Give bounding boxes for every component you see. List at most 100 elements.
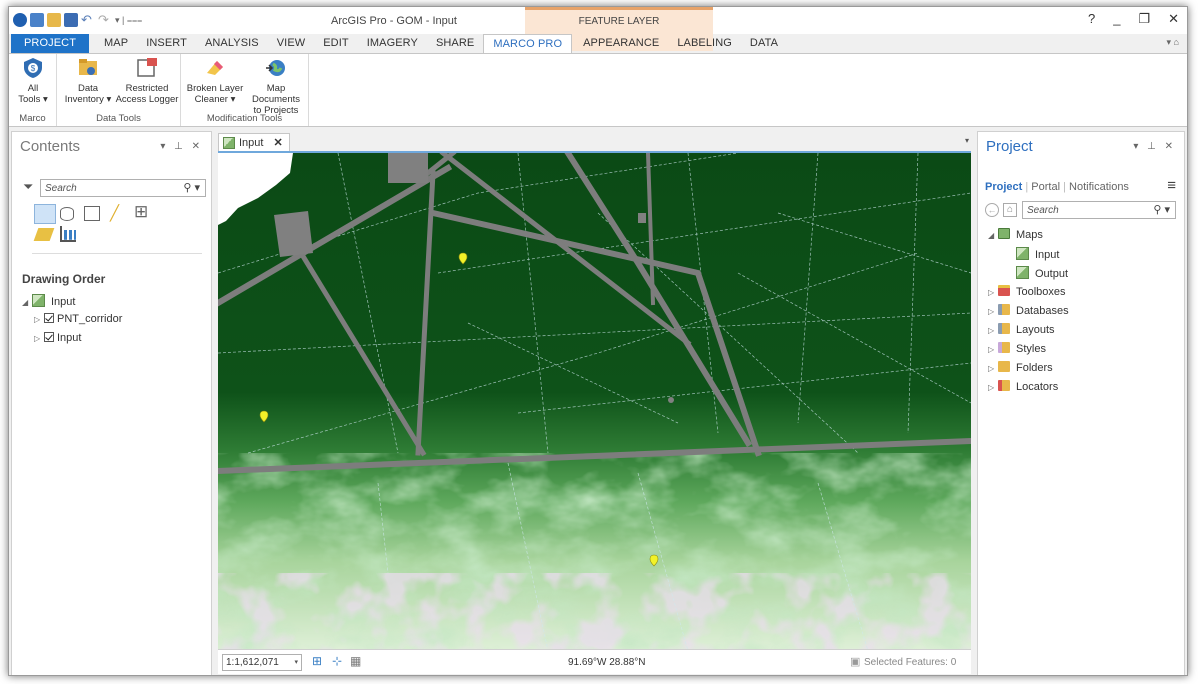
menu-icon[interactable]: ≡: [1167, 177, 1176, 194]
catalog-tab-row: Project | Portal | Notifications: [985, 181, 1129, 193]
expand-triangle-icon[interactable]: ▷: [34, 315, 44, 324]
globe-icon: [264, 57, 288, 79]
layer-visibility-checkbox[interactable]: [44, 313, 54, 323]
maps-folder-icon: [998, 228, 1010, 239]
locators-folder-icon: [998, 380, 1010, 391]
ribbon-group-label: Marco: [19, 113, 46, 124]
map-view-tab[interactable]: Input ✕: [218, 133, 290, 151]
collapse-triangle-icon[interactable]: ◢: [988, 231, 998, 240]
tab-project[interactable]: PROJECT: [11, 34, 90, 53]
layer-row-input[interactable]: ▷ Input: [34, 332, 81, 344]
pane-controls[interactable]: ▾ ⊥ ✕: [1133, 141, 1176, 152]
catalog-search-input[interactable]: Search ⚲ ▾: [1022, 201, 1176, 219]
expand-triangle-icon[interactable]: ▷: [34, 334, 44, 343]
help-button[interactable]: ?: [1088, 11, 1095, 27]
map-icon: [1016, 247, 1029, 260]
tab-insert[interactable]: INSERT: [137, 34, 196, 53]
catalog-item-maps[interactable]: ◢ Maps: [988, 228, 1043, 241]
all-tools-button[interactable]: $ All Tools ▾: [13, 57, 53, 105]
ribbon-tab-row: PROJECT MAP INSERT ANALYSIS VIEW EDIT IM…: [9, 34, 1187, 53]
tab-marco-pro[interactable]: MARCO PRO: [483, 34, 573, 53]
access-logger-icon: [135, 57, 159, 79]
tab-analysis[interactable]: ANALYSIS: [196, 34, 268, 53]
expand-triangle-icon[interactable]: ▷: [988, 326, 998, 335]
catalog-item-layouts[interactable]: ▷ Layouts: [988, 323, 1055, 336]
map-documents-to-projects-button[interactable]: Map Documents to Projects: [244, 57, 308, 116]
ribbon-collapse-icon[interactable]: ▾ ⌂: [1167, 37, 1179, 48]
layer-row-pnt-corridor[interactable]: ▷ PNT_corridor: [34, 313, 122, 325]
search-icon: ⚲ ▾: [1153, 204, 1170, 216]
project-pane: Project ▾ ⊥ ✕ Project | Portal | Notific…: [977, 131, 1185, 675]
filter-icon[interactable]: ⏷: [23, 179, 33, 195]
collapse-triangle-icon[interactable]: ◢: [22, 298, 32, 307]
selected-features-count[interactable]: Selected Features: 0: [864, 657, 956, 668]
tab-labeling[interactable]: LABELING: [668, 34, 741, 53]
contents-search-input[interactable]: Search ⚲ ▾: [40, 179, 206, 197]
home-icon[interactable]: ⌂: [1003, 203, 1017, 217]
coordinate-readout: 91.69°W 28.88°N: [568, 657, 646, 668]
minimize-button[interactable]: _: [1113, 11, 1120, 27]
list-by-source-icon[interactable]: [60, 207, 74, 221]
contents-title: Contents: [20, 138, 81, 155]
catalog-item-styles[interactable]: ▷ Styles: [988, 342, 1046, 355]
map-status-bar: 1:1,612,071 ▾ ⊞ ⊹ ▦ 91.69°W 28.88°N ▣ Se…: [218, 649, 971, 674]
grid-icon[interactable]: ▦: [350, 654, 361, 668]
folder-icon: [998, 361, 1010, 372]
marco-icon: $: [21, 57, 45, 79]
tab-share[interactable]: SHARE: [427, 34, 483, 53]
tab-notifications[interactable]: Notifications: [1069, 181, 1129, 193]
database-folder-icon: [998, 304, 1010, 315]
tab-appearance[interactable]: APPEARANCE: [574, 34, 668, 53]
expand-triangle-icon[interactable]: ▷: [988, 345, 998, 354]
restore-button[interactable]: ❐: [1138, 11, 1150, 27]
map-node-input[interactable]: ◢ Input: [22, 294, 75, 308]
scale-selector[interactable]: 1:1,612,071 ▾: [222, 654, 302, 671]
tab-edit[interactable]: EDIT: [314, 34, 357, 53]
catalog-item-folders[interactable]: ▷ Folders: [988, 361, 1053, 374]
expand-triangle-icon[interactable]: ▷: [988, 288, 998, 297]
expand-triangle-icon[interactable]: ▷: [988, 364, 998, 373]
tab-map[interactable]: MAP: [95, 34, 137, 53]
back-icon[interactable]: ←: [985, 203, 999, 217]
expand-triangle-icon[interactable]: ▷: [988, 307, 998, 316]
map-pane: Input ✕ ▾ 1:1,612,071 ▾ ⊞ ⊹ ▦ 91.69°W 28…: [216, 131, 973, 675]
layouts-folder-icon: [998, 323, 1010, 334]
broken-layer-cleaner-button[interactable]: Broken Layer Cleaner ▾: [184, 57, 246, 105]
project-pane-title: Project: [986, 138, 1033, 155]
snapping-icon[interactable]: ⊹: [332, 654, 342, 668]
data-inventory-icon: [76, 57, 100, 79]
list-by-selection-icon[interactable]: [84, 206, 100, 221]
tab-view[interactable]: VIEW: [268, 34, 315, 53]
map-canvas[interactable]: [218, 151, 971, 649]
close-tab-icon[interactable]: ✕: [274, 137, 283, 149]
svg-text:$: $: [31, 64, 36, 73]
ribbon-group-label: Modification Tools: [206, 113, 283, 124]
catalog-item-map-input[interactable]: Input: [1016, 247, 1059, 261]
pane-controls[interactable]: ▾ ⊥ ✕: [160, 141, 203, 152]
data-inventory-button[interactable]: Data Inventory ▾: [61, 57, 115, 105]
layer-visibility-checkbox[interactable]: [44, 332, 54, 342]
catalog-item-map-output[interactable]: Output: [1016, 266, 1068, 280]
list-by-drawing-order-icon[interactable]: [34, 204, 56, 224]
tab-data[interactable]: DATA: [741, 34, 787, 53]
chevron-down-icon: ▾: [294, 659, 298, 666]
tab-project[interactable]: Project: [985, 181, 1022, 193]
map-rendering[interactable]: [218, 153, 971, 649]
catalog-item-locators[interactable]: ▷ Locators: [988, 380, 1058, 393]
map-icon: [223, 137, 235, 149]
list-by-editing-icon[interactable]: ╱: [110, 204, 119, 222]
catalog-item-databases[interactable]: ▷ Databases: [988, 304, 1069, 317]
list-by-labeling-icon[interactable]: [33, 228, 55, 241]
list-by-snapping-icon[interactable]: ⊞: [134, 202, 148, 222]
toolbox-icon: [998, 285, 1010, 296]
close-button[interactable]: ✕: [1168, 11, 1179, 27]
restricted-access-logger-button[interactable]: Restricted Access Logger: [115, 57, 179, 105]
fixed-zoom-icon[interactable]: ⊞: [312, 654, 322, 668]
catalog-item-toolboxes[interactable]: ▷ Toolboxes: [988, 285, 1066, 298]
list-by-charts-icon[interactable]: [60, 226, 76, 242]
tab-imagery[interactable]: IMAGERY: [358, 34, 427, 53]
tab-overflow-icon[interactable]: ▾: [965, 136, 969, 145]
tab-portal[interactable]: Portal: [1031, 181, 1060, 193]
contents-pane: Contents ▾ ⊥ ✕ ⏷ Search ⚲ ▾ ╱ ⊞ Drawing …: [11, 131, 212, 675]
expand-triangle-icon[interactable]: ▷: [988, 383, 998, 392]
